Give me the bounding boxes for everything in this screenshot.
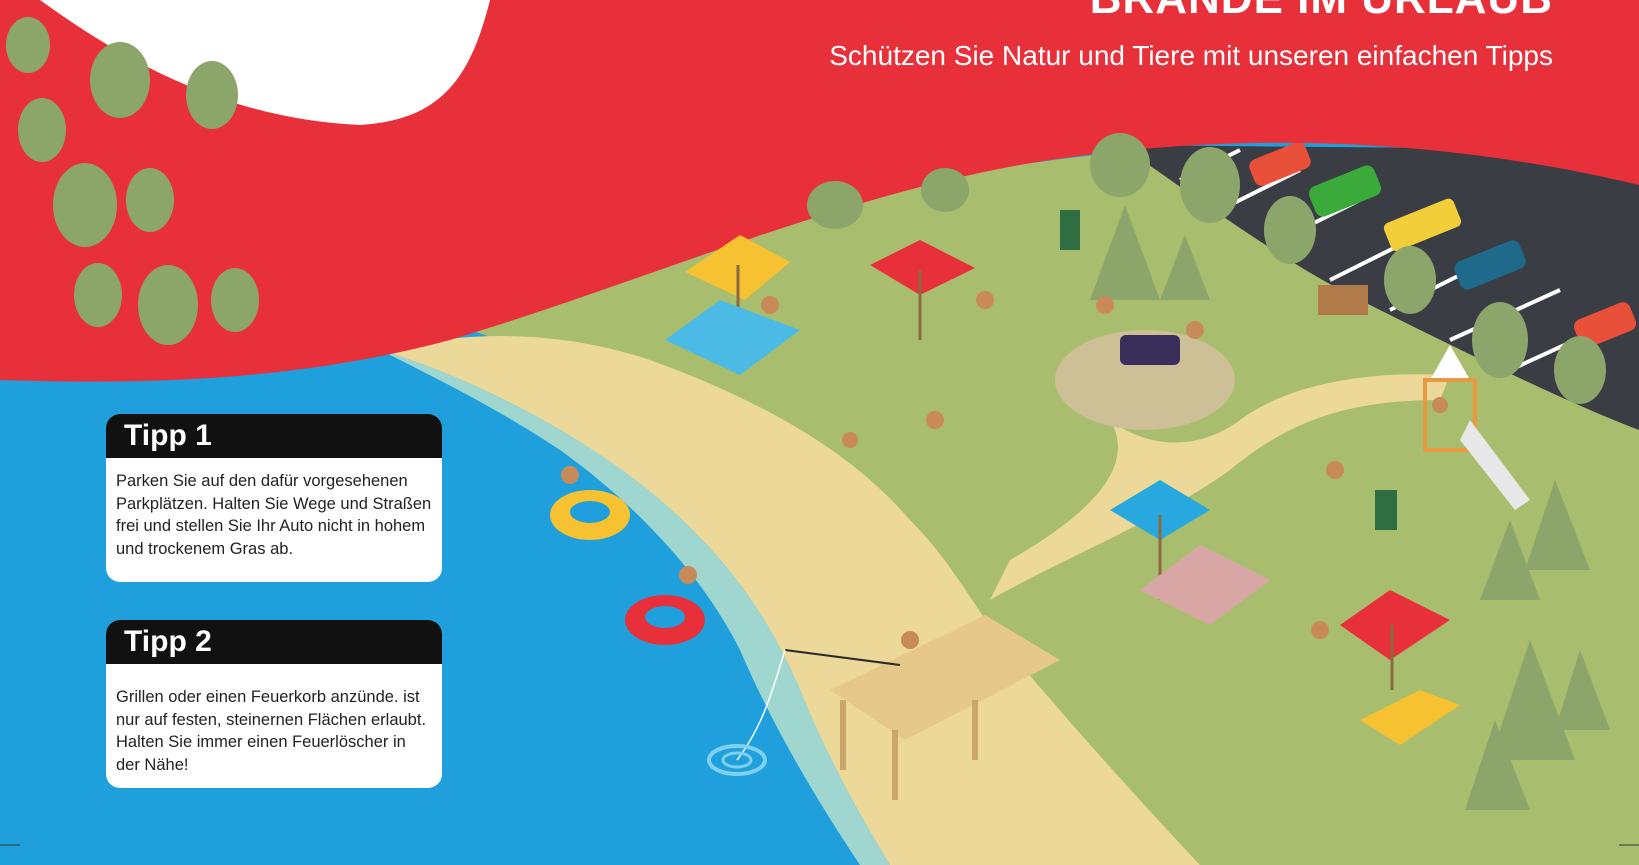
- bin-icon: [1375, 490, 1397, 530]
- tip-card-2: Tipp 2 Grillen oder einen Feuerkorb anzü…: [106, 620, 442, 788]
- tip-heading: Tipp 2: [106, 620, 442, 664]
- page-subtitle: Schützen Sie Natur und Tiere mit unseren…: [829, 40, 1553, 71]
- tip-text: Grillen oder einen Feuerkorb anzünde. is…: [116, 688, 427, 774]
- sign-icon: [1318, 285, 1368, 315]
- grill-icon: [1120, 335, 1180, 365]
- tip-card-1: Tipp 1 Parken Sie auf den dafür vorgeseh…: [106, 414, 442, 582]
- tip-heading: Tipp 1: [106, 414, 442, 458]
- page-title: BRÄNDE IM URLAUB: [1090, 0, 1553, 24]
- bin-icon: [1060, 210, 1080, 250]
- tip-text: Parken Sie auf den dafür vorgesehenen Pa…: [116, 472, 432, 558]
